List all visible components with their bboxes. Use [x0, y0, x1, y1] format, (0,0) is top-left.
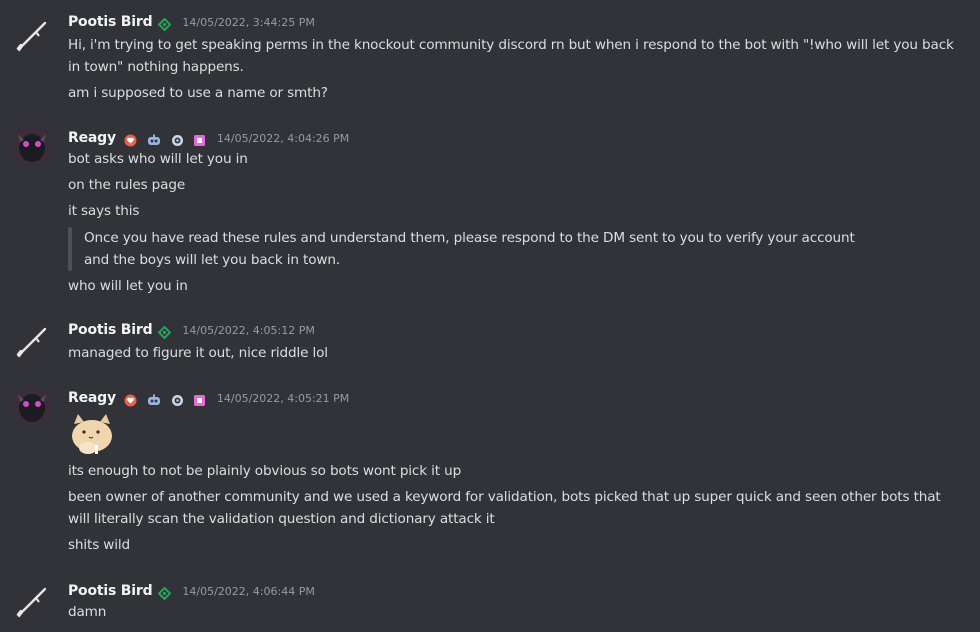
- user-avatar[interactable]: [12, 386, 52, 426]
- username[interactable]: Pootis Bird: [68, 583, 153, 599]
- message-header: Pootis Bird 14/05/2022, 3:44:25 PM: [68, 11, 315, 33]
- message-header: Reagy 14/05/2022, 4:04:26 PM: [68, 127, 349, 149]
- message-line: been owner of another community and we u…: [68, 489, 941, 505]
- timestamp: 14/05/2022, 3:44:25 PM: [182, 15, 315, 29]
- message-line: on the rules page: [68, 177, 186, 193]
- rifle-icon[interactable]: [12, 322, 52, 362]
- eye-badge-icon: [171, 392, 184, 406]
- eye-badge-icon: [171, 132, 184, 146]
- timestamp: 14/05/2022, 4:05:12 PM: [182, 323, 315, 337]
- verified-diamond-icon: [157, 324, 172, 339]
- message-line: damn: [68, 604, 107, 620]
- robot-badge-icon: [146, 132, 162, 145]
- message-line: it says this: [68, 203, 140, 219]
- message-line: will literally scan the validation quest…: [68, 511, 495, 527]
- message-line: shits wild: [68, 537, 131, 553]
- square-badge-icon: [193, 392, 206, 406]
- blockquote-bar: [68, 227, 72, 271]
- message-header: Pootis Bird 14/05/2022, 4:06:44 PM: [68, 580, 315, 602]
- heart-badge-icon: [124, 132, 137, 146]
- timestamp: 14/05/2022, 4:05:21 PM: [216, 391, 350, 405]
- user-avatar[interactable]: [12, 126, 52, 166]
- verified-diamond-icon: [157, 585, 172, 600]
- square-badge-icon: [193, 132, 206, 146]
- rifle-icon[interactable]: [12, 582, 52, 622]
- username[interactable]: Reagy: [68, 130, 116, 146]
- chat-log: Pootis Bird 14/05/2022, 3:44:25 PM Hi, i…: [0, 0, 980, 632]
- timestamp: 14/05/2022, 4:04:26 PM: [216, 131, 350, 145]
- message-line: who will let you in: [68, 278, 188, 294]
- heart-badge-icon: [124, 392, 137, 406]
- message-line: its enough to not be plainly obvious so …: [68, 463, 462, 479]
- message-line: in town" nothing happens.: [68, 59, 244, 75]
- username[interactable]: Pootis Bird: [68, 322, 153, 338]
- verified-diamond-icon: [157, 16, 172, 31]
- message-line: managed to figure it out, nice riddle lo…: [68, 345, 328, 361]
- message-line: bot asks who will let you in: [68, 151, 248, 167]
- blockquote-line: Once you have read these rules and under…: [84, 230, 855, 246]
- message-line: Hi, i'm trying to get speaking perms in …: [68, 37, 954, 53]
- message-header: Pootis Bird 14/05/2022, 4:05:12 PM: [68, 319, 315, 341]
- timestamp: 14/05/2022, 4:06:44 PM: [182, 584, 315, 598]
- robot-badge-icon: [146, 392, 162, 405]
- message-header: Reagy 14/05/2022, 4:05:21 PM: [68, 387, 349, 409]
- message-line: am i supposed to use a name or smth?: [68, 85, 328, 101]
- username[interactable]: Pootis Bird: [68, 14, 153, 30]
- cat-sticker[interactable]: [68, 410, 116, 458]
- rifle-icon[interactable]: [12, 16, 52, 56]
- username[interactable]: Reagy: [68, 390, 116, 406]
- blockquote-line: and the boys will let you back in town.: [84, 252, 340, 268]
